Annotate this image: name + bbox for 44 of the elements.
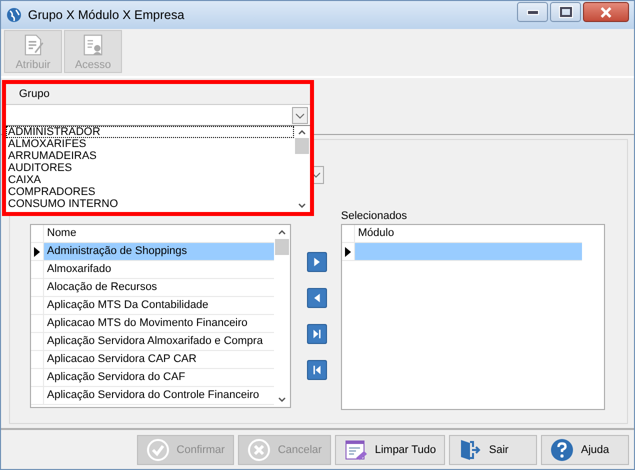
field-label: Grupo xyxy=(18,87,51,102)
table-cell[interactable]: Aplicação Servidora do Controle Financeiro xyxy=(44,387,274,404)
form-eraser-icon xyxy=(344,438,368,462)
help-icon xyxy=(550,438,574,462)
action-button[interactable]: Ajuda xyxy=(541,434,629,464)
close-button[interactable] xyxy=(583,2,629,22)
dropdown-option[interactable]: ADMINISTRADOR xyxy=(6,126,294,138)
dropdown-option[interactable]: COMPRADORES xyxy=(6,186,294,198)
table-cell[interactable]: Alocação de Recursos xyxy=(44,279,274,296)
list-label: Selecionados xyxy=(341,209,408,224)
x-circle-icon xyxy=(246,438,271,462)
dropdown-option[interactable]: ALMOXARIFES xyxy=(6,138,294,150)
table-cell[interactable] xyxy=(355,243,582,260)
dropdown-option[interactable]: AUDITORES xyxy=(6,162,294,174)
scroll-thumb[interactable] xyxy=(295,138,309,154)
maximize-button[interactable] xyxy=(550,2,581,22)
table-cell[interactable]: Almoxarifado xyxy=(44,261,274,278)
dropdown-option[interactable]: CAIXA xyxy=(6,174,294,186)
exit-door-icon xyxy=(458,438,482,462)
scroll-thumb[interactable] xyxy=(275,239,289,255)
move-button[interactable] xyxy=(307,324,327,344)
group-dropdown[interactable]: Grupo ADMINISTRADOR ALMOXARIFES ARRUMADEIRAS AUDITORES CAIXA COMPRADORES CONSUMO INTERNO xyxy=(2,80,314,216)
table-cell[interactable]: Administração de Shoppings xyxy=(44,243,274,260)
globe-icon xyxy=(6,7,22,23)
column-header: Módulo xyxy=(357,226,396,241)
move-button[interactable] xyxy=(307,360,327,380)
table-cell[interactable]: Aplicação MTS Da Contabilidade xyxy=(44,297,274,314)
row-pointer-icon xyxy=(34,246,40,256)
move-button[interactable] xyxy=(307,252,327,272)
minimize-button[interactable] xyxy=(517,2,548,22)
action-button[interactable]: Sair xyxy=(449,434,537,464)
column-header: Nome xyxy=(46,226,78,241)
check-circle-icon xyxy=(146,438,170,462)
table-cell[interactable]: Aplicacao Servidora CAP CAR xyxy=(44,351,274,368)
dropdown-option[interactable]: ARRUMADEIRAS xyxy=(6,150,294,162)
table-cell[interactable]: Aplicação Servidora Almoxarifado e Compra xyxy=(44,333,274,350)
action-button[interactable]: Limpar Tudo xyxy=(334,434,445,464)
close-icon xyxy=(599,6,613,18)
table-cell[interactable]: Aplicação Servidora do CAF xyxy=(44,369,274,386)
move-button[interactable] xyxy=(307,288,327,308)
window-title: Grupo X Módulo X Empresa xyxy=(28,8,186,22)
table-cell[interactable]: Aplicacao MTS do Movimento Financeiro xyxy=(44,315,274,332)
row-pointer-icon xyxy=(345,246,351,256)
dropdown-option[interactable]: CONSUMO INTERNO xyxy=(6,198,294,210)
